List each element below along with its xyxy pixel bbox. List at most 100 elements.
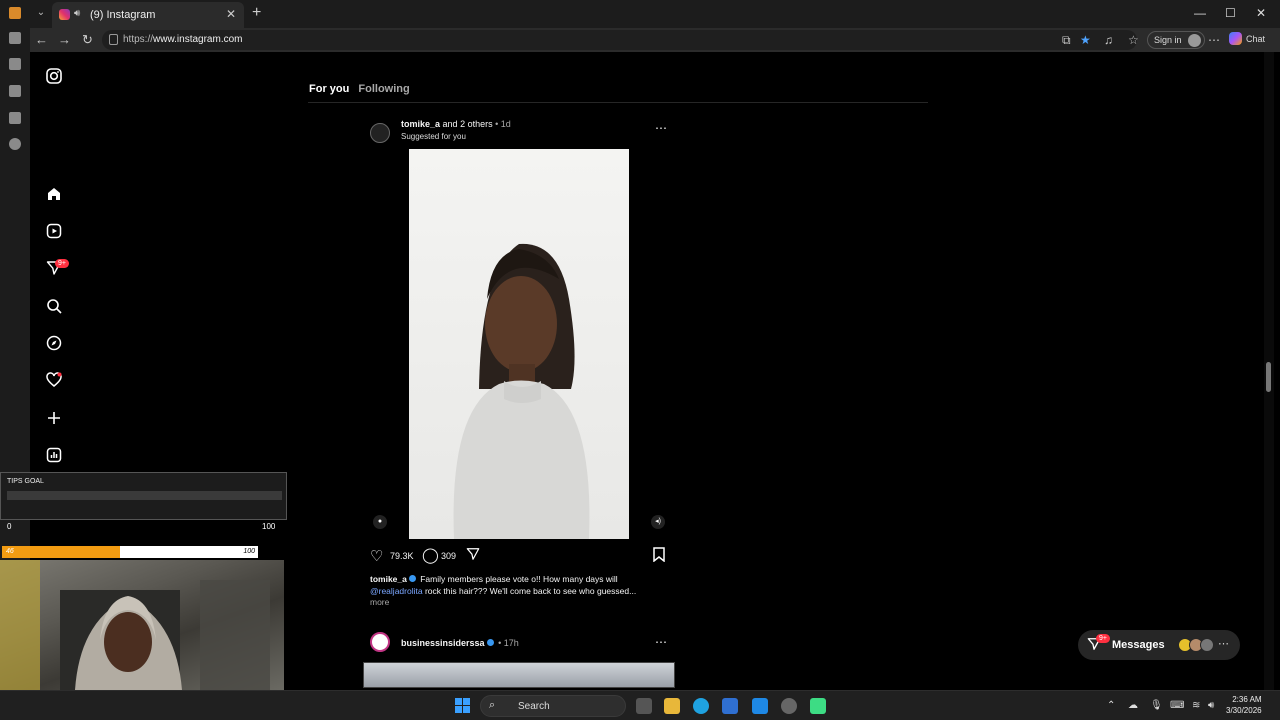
scrollbar-thumb[interactable] [1266,362,1271,392]
home-icon[interactable] [45,186,63,204]
taskbar-search[interactable]: ⌕ Search [480,695,626,717]
mail-icon[interactable] [752,698,768,714]
tips-goal-min: 0 [7,522,12,531]
edge-icon[interactable] [693,698,709,714]
like-heart-icon[interactable]: ♡ [370,547,383,565]
messages-notification-badge: 9+ [55,259,69,268]
back-icon[interactable]: ← [35,32,48,47]
page-scrollbar[interactable] [1264,52,1274,690]
video-person-illustration [453,243,590,539]
forward-icon[interactable]: → [58,32,71,47]
verified-badge-icon [408,575,416,582]
copilot-chat-button[interactable]: Chat [1229,32,1265,45]
collections-icon[interactable] [9,32,21,44]
video-frame [409,149,629,539]
caption-text: Family members please vote o!! How many … [420,574,618,584]
caption-username[interactable]: tomike_a [370,574,407,584]
post-video[interactable]: ● ◂) [363,149,675,539]
refresh-icon[interactable]: ↻ [82,32,93,48]
more-menu-icon[interactable]: ⋯ [1208,33,1220,47]
post-suggested-label: Suggested for you [401,132,466,141]
post-username[interactable]: tomike_a [401,119,440,129]
close-tab-icon[interactable]: ✕ [226,7,236,21]
search-icon: ⌕ [489,699,496,711]
post-coauthors[interactable]: and 2 others [443,119,493,129]
post2-media[interactable] [363,662,675,688]
app-available-icon[interactable]: ⧉ [1062,33,1071,48]
audio-playing-icon[interactable]: 🔊︎ [74,8,80,19]
post-age: 1d [500,119,511,129]
store-icon[interactable] [722,698,738,714]
messages-button[interactable]: 9+ Messages ⋯ [1078,630,1240,660]
url-text: https://www.instagram.com [123,34,242,45]
tips-goal-widget: TIPS GOAL [0,472,287,520]
keyboard-icon[interactable]: ⌨ [1170,700,1184,711]
search-icon[interactable] [45,298,63,316]
post2-options-icon[interactable]: ⋯ [655,635,668,649]
dashboard-icon[interactable] [45,447,63,465]
media-icon[interactable] [9,138,21,150]
system-clock[interactable]: 2:36 AM 3/30/2026 [1226,694,1262,716]
like-count[interactable]: 79.3K [390,551,414,561]
favorites-icon[interactable]: ☆ [1128,33,1139,47]
comment-count[interactable]: 309 [441,551,456,561]
close-window-icon[interactable]: ✕ [1256,6,1266,20]
shopping-icon[interactable] [9,85,21,97]
tab-for-you[interactable]: For you [309,83,349,95]
browser-toolbar: ← → ↻ https://www.instagram.com ⧉ ★ ♫ ☆ … [30,28,1280,52]
save-bookmark-icon[interactable] [652,547,666,566]
tab-following[interactable]: Following [358,83,409,95]
tips-goal-track [7,491,282,500]
wifi-icon[interactable]: ≋ [1192,700,1200,711]
tools-icon[interactable] [9,58,21,70]
app-icon[interactable] [781,698,797,714]
tab-actions-chevron-icon[interactable]: ⌄ [33,5,49,21]
post2-age: 17h [503,638,519,648]
post-author-avatar[interactable] [370,123,390,143]
post2-username[interactable]: businessinsiderssa [401,638,485,648]
minimize-icon[interactable]: — [1194,6,1206,20]
task-view-icon[interactable] [636,698,652,714]
more-contacts-icon: ⋯ [1218,638,1229,650]
reels-icon[interactable] [45,223,63,241]
lock-icon[interactable] [109,34,118,45]
address-bar[interactable]: https://www.instagram.com [102,30,1137,50]
feed-divider [308,102,928,103]
create-icon[interactable] [45,410,63,428]
profile-avatar [1187,34,1201,47]
profile-icon[interactable] [9,7,21,19]
start-button[interactable] [455,698,471,714]
url-scheme: https:// [123,34,154,45]
post2-author-avatar[interactable] [370,632,390,652]
maximize-icon[interactable]: ☐ [1225,6,1236,20]
new-tab-button[interactable]: + [252,4,261,22]
games-icon[interactable] [9,112,21,124]
instagram-logo-icon[interactable] [45,68,63,86]
sign-in-button[interactable]: Sign in [1147,31,1205,49]
show-hidden-icons[interactable]: ⌃ [1107,700,1115,711]
message-contact-avatar [1200,638,1214,652]
goal-max-value: 100 [243,548,255,555]
tab-title: (9) Instagram [90,9,156,21]
extensions-icon[interactable]: ♫ [1104,33,1113,47]
feed-tabs: For you Following [309,83,416,95]
tab-instagram[interactable]: 🔊︎ (9) Instagram ✕ [52,2,244,28]
explore-icon[interactable] [45,335,63,353]
post-options-icon[interactable]: ⋯ [655,121,668,135]
caption-more-link[interactable]: more [370,597,389,607]
android-app-icon[interactable] [810,698,826,714]
share-icon[interactable] [466,547,480,565]
taskbar-search-label: Search [518,701,550,712]
mute-toggle-icon[interactable]: ◂) [651,515,665,529]
cloud-icon[interactable]: ☁ [1128,700,1138,711]
volume-icon[interactable]: 🔊︎ [1208,700,1214,711]
microphone-icon[interactable]: 🎙︎ [1150,700,1163,711]
favorite-star-icon[interactable]: ★ [1080,33,1091,47]
file-explorer-icon[interactable] [664,698,680,714]
comment-icon[interactable]: ◯ [422,546,439,564]
tagged-users-icon[interactable]: ● [373,515,387,529]
notifications-heart-icon[interactable] [45,372,63,390]
tab-bar: ⌄ 🔊︎ (9) Instagram ✕ + — ☐ ✕ [30,0,1280,28]
goal-progress-bar: 46 100 [2,546,258,558]
caption-mention[interactable]: @realjadrolita [370,586,423,596]
